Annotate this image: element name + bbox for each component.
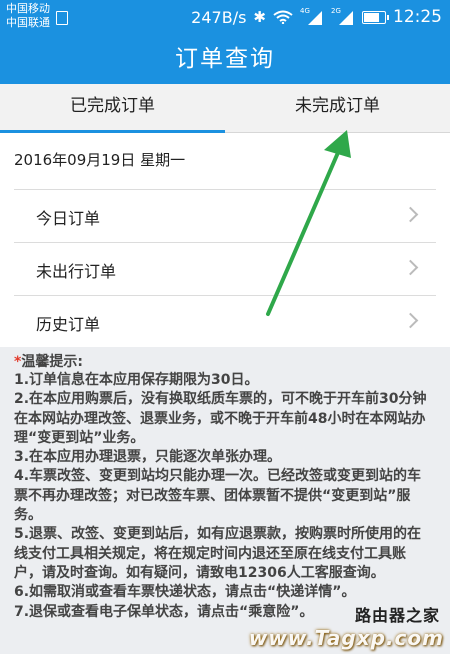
tip-item: 5.退票、改签、变更到站后，如有应退票款，按购票时所使用的在线支付工具相关规定，…	[14, 526, 422, 581]
order-tabs: 已完成订单 未完成订单	[0, 84, 450, 133]
menu-item-today-orders[interactable]: 今日订单	[14, 189, 436, 242]
network-2g-label: 2G	[331, 7, 341, 15]
tab-uncompleted-orders[interactable]: 未完成订单	[225, 84, 450, 132]
tip-item: 1.订单信息在本应用保存期限为30日。	[14, 372, 259, 388]
chevron-right-icon	[402, 312, 419, 329]
menu-item-history-orders[interactable]: 历史订单	[14, 295, 436, 349]
signal-4g-icon: 4G	[300, 7, 324, 25]
battery-icon	[362, 10, 389, 24]
carrier-primary: 中国移动	[6, 2, 50, 15]
menu-item-label: 未出行订单	[36, 262, 117, 281]
tip-item: 3.在本应用办理退票，只能逐次单张办理。	[14, 449, 282, 466]
tip-item: 4.车票改签、变更到站均只能办理一次。已经改签或变更到站的车票不再办理改签；对已…	[14, 468, 422, 524]
sim-card-icon	[56, 11, 68, 25]
signal-2g-icon: 2G	[331, 7, 355, 25]
chevron-right-icon	[402, 206, 419, 223]
order-menu: 今日订单 未出行订单 历史订单	[0, 189, 450, 349]
watermark-cn: 路由器之家	[354, 606, 440, 625]
watermark-logo: www.Tagxp.com	[248, 626, 444, 650]
battery-fill	[364, 12, 380, 22]
menu-item-label: 今日订单	[36, 209, 101, 228]
carrier-secondary: 中国联通	[6, 16, 50, 29]
date-row: 2016年09月19日 星期一	[0, 133, 450, 189]
bluetooth-icon: ✱	[253, 8, 266, 26]
tab-completed-orders[interactable]: 已完成订单	[0, 84, 225, 133]
wifi-icon	[273, 10, 293, 24]
status-bar: 中国移动 中国联通 247B/s ✱ 4G 2G 12:25	[0, 0, 450, 34]
tips-title: 温馨提示:	[21, 354, 83, 370]
clock-time: 12:25	[393, 7, 442, 27]
network-4g-label: 4G	[300, 7, 310, 15]
tips-heading: *温馨提示:	[14, 351, 83, 371]
network-speed: 247B/s	[191, 7, 247, 27]
current-date: 2016年09月19日 星期一	[14, 151, 186, 169]
carrier-info: 中国移动 中国联通	[6, 2, 50, 30]
menu-item-pending-orders[interactable]: 未出行订单	[14, 242, 436, 295]
tip-item: 6.如需取消或查看车票快递状态，请点击“快递详情”。	[14, 584, 356, 601]
menu-item-label: 历史订单	[36, 315, 101, 334]
tips-body: 1.订单信息在本应用保存期限为30日。 2.在本应用购票后，没有换取纸质车票的，…	[14, 371, 432, 622]
tip-item: 2.在本应用购票后，没有换取纸质车票的，可不晚于开车前30分钟在本网站办理改签、…	[14, 391, 427, 446]
chevron-right-icon	[402, 259, 419, 276]
page-title: 订单查询	[0, 34, 450, 84]
